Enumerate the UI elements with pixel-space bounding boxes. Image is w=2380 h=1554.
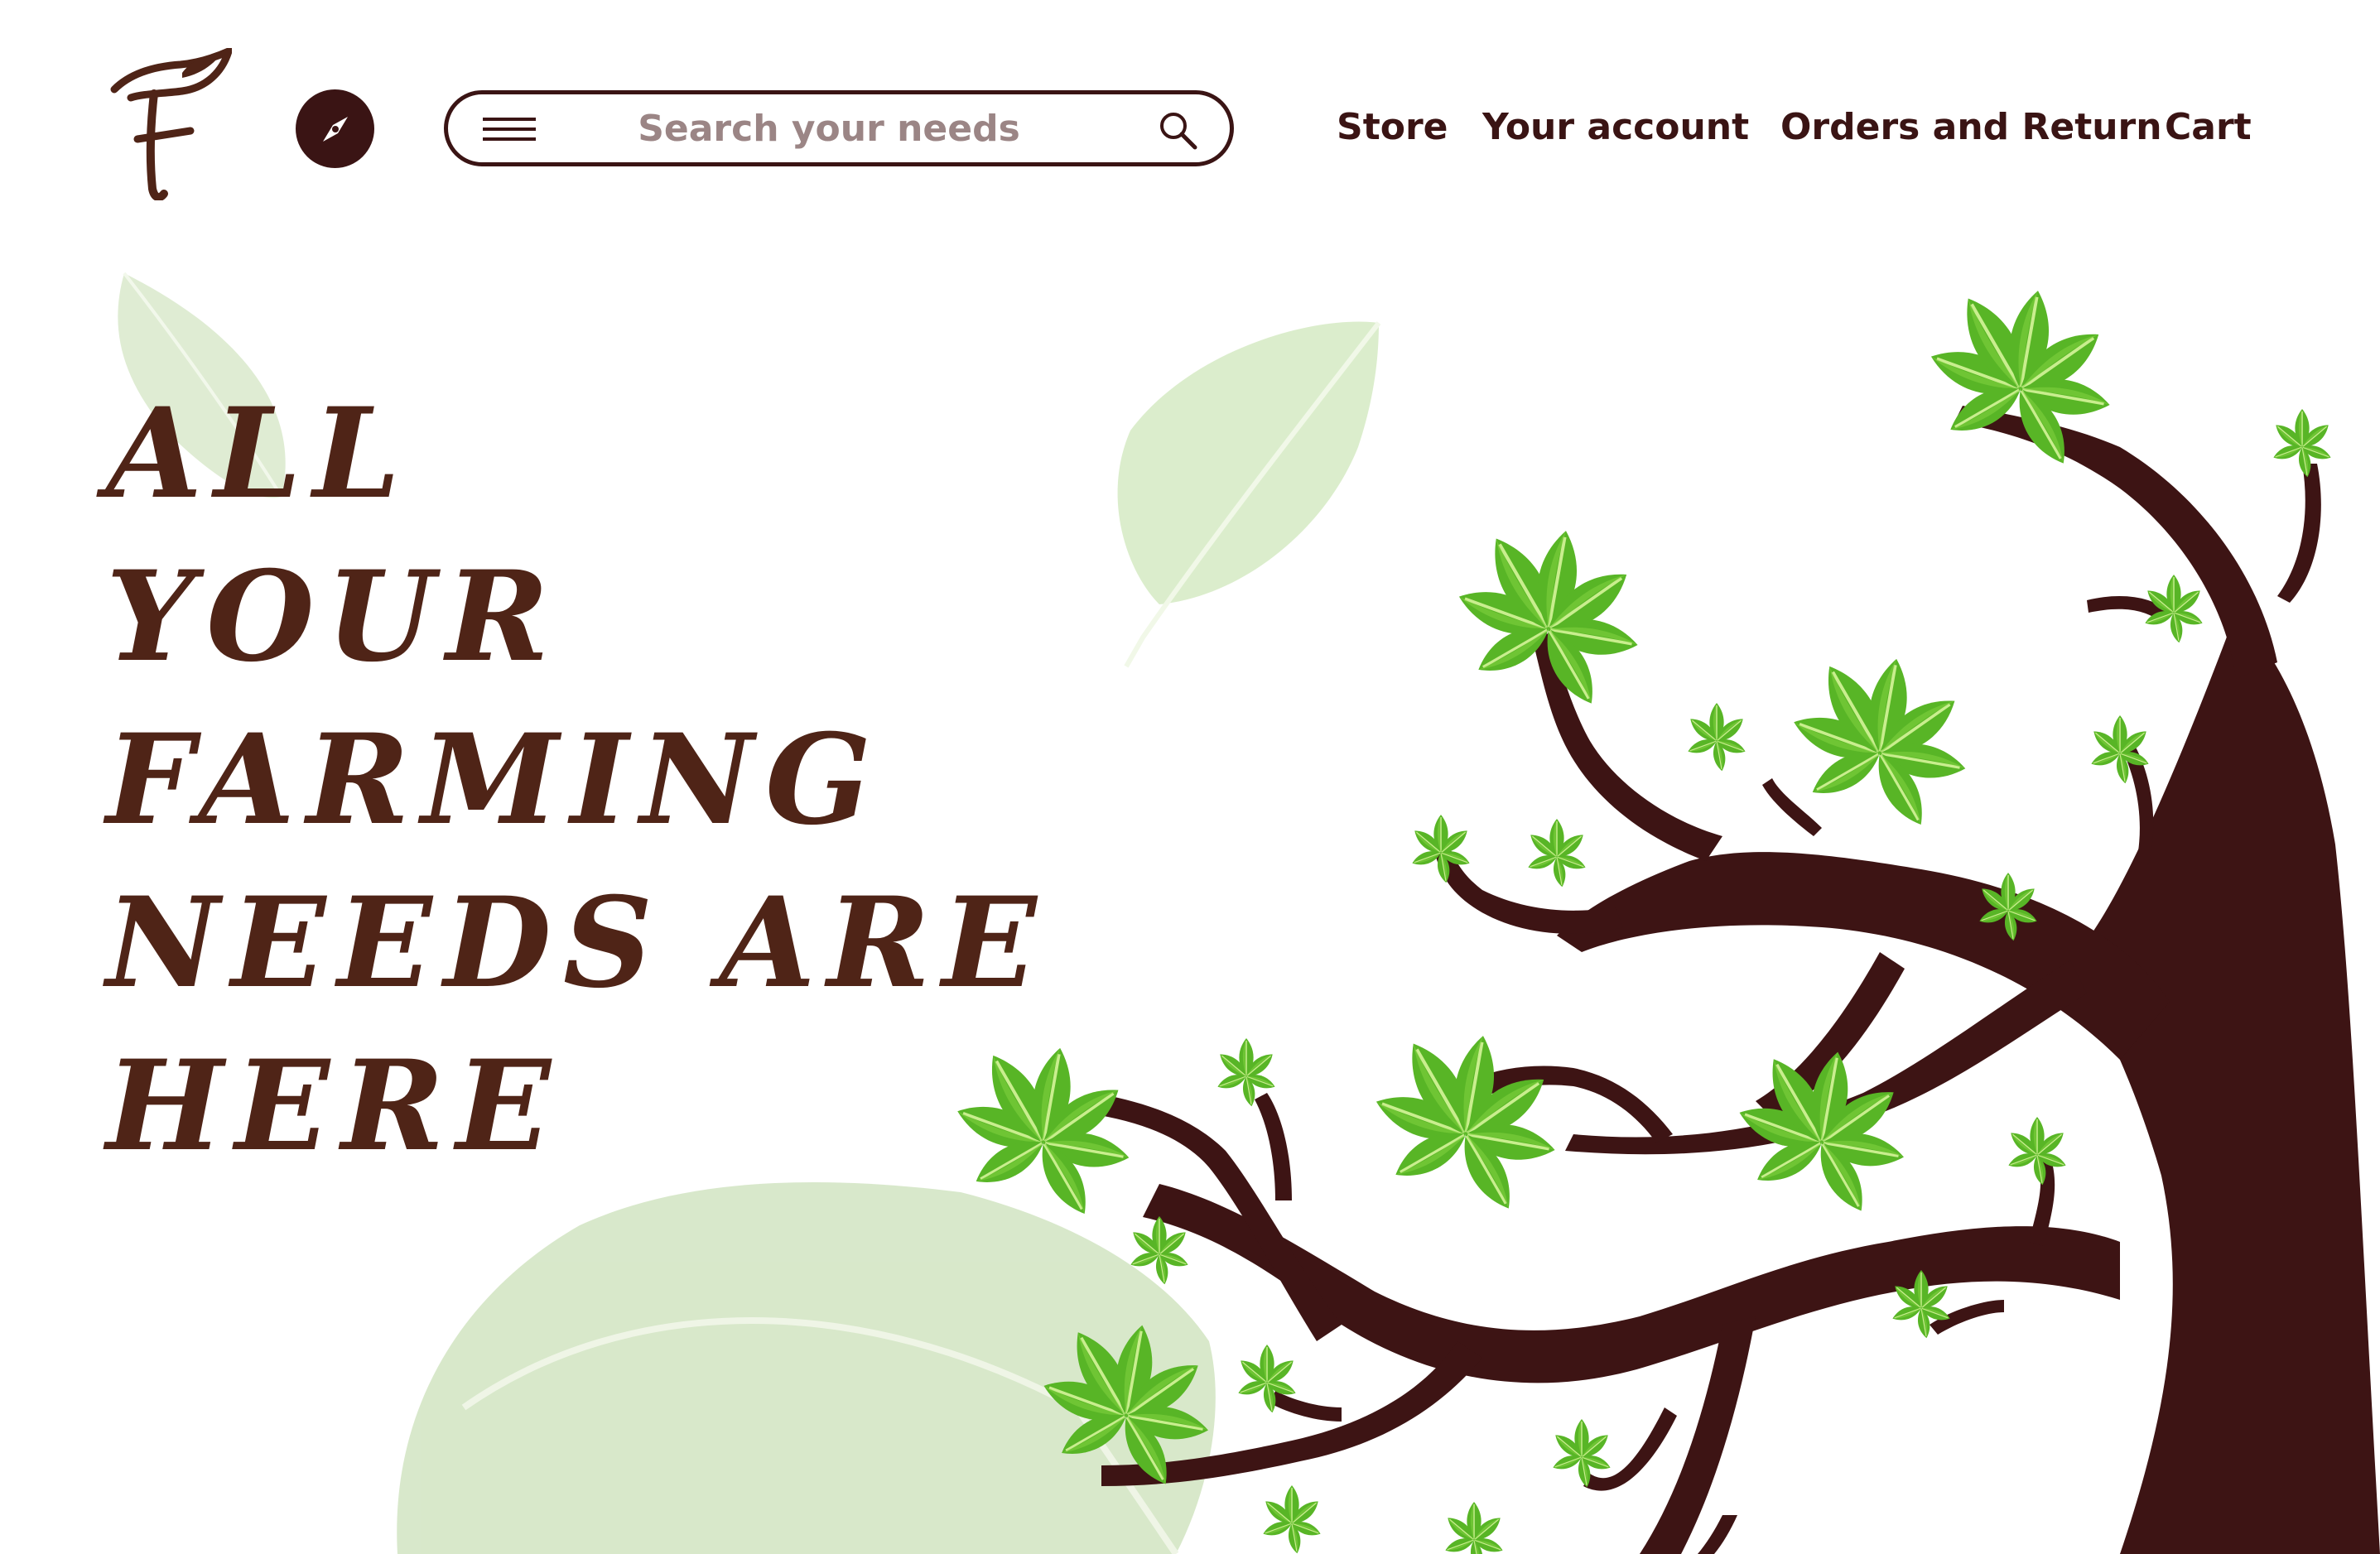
compass-button[interactable] [296,89,374,168]
hero-line: HERE [106,1033,563,1179]
brand-logo[interactable] [106,48,232,200]
nav-store-link[interactable]: Store [1337,101,1448,154]
hero-line: YOUR [106,544,561,690]
search-icon[interactable] [1157,109,1198,151]
hero-line: FARMING [106,707,884,853]
compass-icon [322,116,348,142]
nav-orders-returns-link[interactable]: Orders and Return [1780,101,2162,154]
nav-account-link[interactable]: Your account [1482,101,1749,154]
hero-line: ALL [106,381,412,527]
hero-heading: ALL YOUR FARMING NEEDS ARE HERE [106,373,1048,1188]
search-input[interactable] [556,104,1102,152]
search-bar [444,90,1234,166]
faded-leaf-top-center [1117,321,1381,668]
hamburger-menu-icon[interactable] [483,116,536,142]
hero-line: NEEDS ARE [106,870,1048,1016]
landing-page: Store Your account Orders and Return Car… [0,0,2380,1554]
nav-cart-link[interactable]: Cart [2165,101,2252,154]
